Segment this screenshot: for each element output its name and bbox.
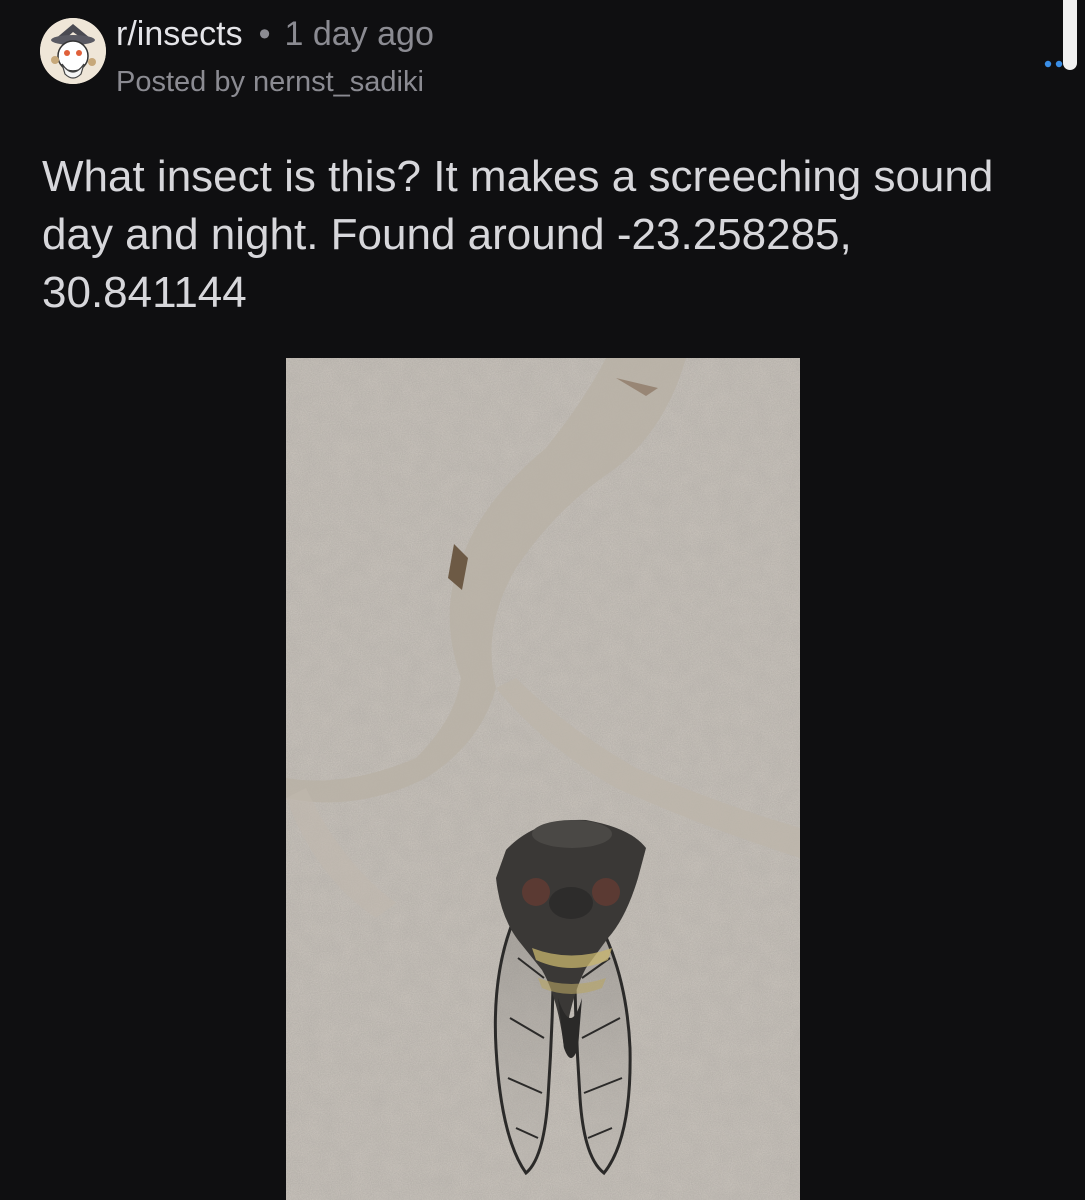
post-timestamp: 1 day ago	[284, 15, 434, 53]
post-header: r/insects • 1 day ago Posted by nernst_sad…	[40, 14, 1074, 104]
meta-separator: •	[258, 15, 271, 53]
post-image[interactable]	[286, 358, 800, 1200]
post-meta: r/insects • 1 day ago	[116, 14, 434, 54]
post-author[interactable]: Posted by nernst_sadiki	[116, 64, 424, 100]
scrollbar[interactable]	[1063, 0, 1077, 70]
subreddit-avatar[interactable]	[40, 18, 106, 84]
snoo-wizard-avatar-icon	[40, 18, 106, 84]
subreddit-link[interactable]: r/insects	[116, 15, 243, 53]
cicada-photo	[286, 358, 800, 1200]
post-title[interactable]: What insect is this? It makes a screechi…	[42, 148, 1032, 322]
